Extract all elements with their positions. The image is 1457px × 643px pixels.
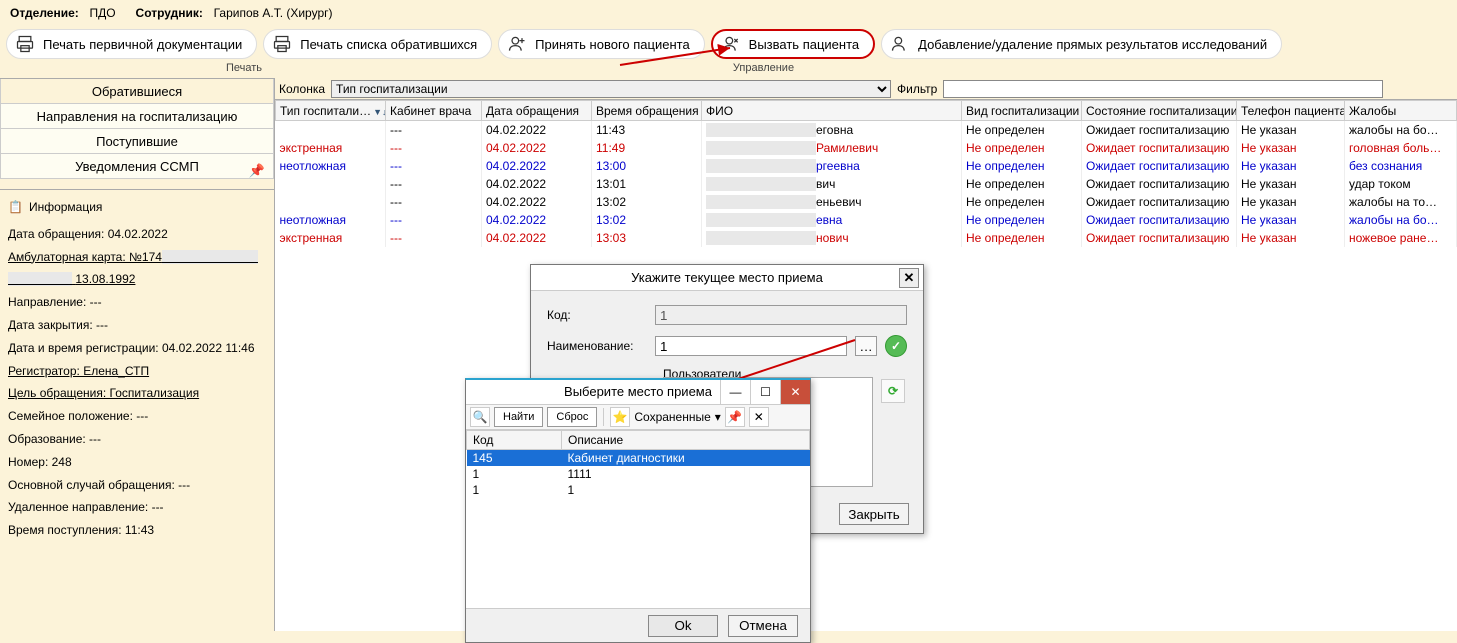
list-item[interactable]: 11111 [467, 466, 810, 482]
column-label: Колонка [279, 82, 325, 96]
ok-button[interactable]: Ok [648, 615, 718, 637]
col2-code[interactable]: Код [467, 431, 562, 450]
info-registrar: Регистратор: Елена_СТП [8, 360, 266, 383]
close-button[interactable]: Закрыть [839, 503, 909, 525]
printer-icon [15, 34, 35, 54]
col-hosp-kind[interactable]: Вид госпитализации [962, 101, 1082, 121]
col-hosp-state[interactable]: Состояние госпитализации [1082, 101, 1237, 121]
delete-saved-icon[interactable]: ✕ [749, 407, 769, 427]
col-complaints[interactable]: Жалобы [1345, 101, 1457, 121]
info-amb-card: Амбулаторная карта: №174XXXXXXXXXXXX [8, 246, 266, 269]
saved-label[interactable]: Сохраненные [634, 410, 710, 424]
info-marital: Семейное положение: --- [8, 405, 266, 428]
info-remote-ref: Удаленное направление: --- [8, 496, 266, 519]
pin-icon[interactable]: 📌 [249, 158, 265, 183]
lookup-button[interactable]: … [855, 336, 877, 356]
select-toolbar: 🔍 Найти Сброс ⭐ Сохраненные ▾ 📌 ✕ [466, 404, 810, 430]
info-reg-datetime: Дата и время регистрации: 04.02.2022 11:… [8, 337, 266, 360]
table-row[interactable]: ---04.02.202211:43 еговнаНе определенОжи… [276, 121, 1457, 139]
pin-saved-icon[interactable]: 📌 [725, 407, 745, 427]
col-phone[interactable]: Телефон пациента [1237, 101, 1345, 121]
patient-add-icon [507, 34, 527, 54]
info-icon: 📋 [8, 196, 23, 219]
col-cabinet[interactable]: Кабинет врача [386, 101, 482, 121]
info-education: Образование: --- [8, 428, 266, 451]
dept-value: ПДО [89, 6, 115, 20]
minimize-icon[interactable]: — [720, 380, 750, 404]
code-input [655, 305, 907, 325]
list-item[interactable]: 145Кабинет диагностики [467, 450, 810, 467]
maximize-icon[interactable]: ☐ [750, 380, 780, 404]
column-select[interactable]: Тип госпитализации [331, 80, 891, 98]
select-grid[interactable]: Код Описание 145Кабинет диагностики11111… [466, 430, 810, 608]
col-fio[interactable]: ФИО [702, 101, 962, 121]
binoculars-icon[interactable]: 🔍 [470, 407, 490, 427]
info-visit-date: Дата обращения: 04.02.2022 [8, 223, 266, 246]
code-label: Код: [547, 308, 647, 322]
section-label-mgmt: Управление [270, 62, 1457, 78]
confirm-icon[interactable]: ✓ [885, 335, 907, 357]
select-location-modal: Выберите место приема — ☐ ✕ 🔍 Найти Сбро… [465, 378, 811, 643]
reset-button[interactable]: Сброс [547, 407, 597, 427]
emp-label: Сотрудник: [136, 6, 203, 20]
table-row[interactable]: ---04.02.202213:02 еньевичНе определенОж… [276, 193, 1457, 211]
info-main-case: Основной случай обращения: --- [8, 474, 266, 497]
table-row[interactable]: неотложная---04.02.202213:02 евнаНе опре… [276, 211, 1457, 229]
print-primary-docs-button[interactable]: Печать первичной документации [6, 29, 257, 59]
col2-desc[interactable]: Описание [562, 431, 810, 450]
info-purpose: Цель обращения: Госпитализация [8, 382, 266, 405]
saved-icon[interactable]: ⭐ [610, 407, 630, 427]
left-panel: Обратившиеся Направления на госпитализац… [0, 78, 275, 631]
section-label-print: Печать [0, 62, 270, 78]
dept-label: Отделение: [10, 6, 79, 20]
cancel-button[interactable]: Отмена [728, 615, 798, 637]
tab-notifications[interactable]: Уведомления ССМП📌 [0, 154, 274, 179]
tab-visited[interactable]: Обратившиеся [0, 79, 274, 104]
info-title: Информация [29, 196, 102, 219]
info-number: Номер: 248 [8, 451, 266, 474]
refresh-icon[interactable]: ⟳ [881, 379, 905, 403]
info-amb-card-2: XXXXXXXX 13.08.1992 [8, 268, 266, 291]
patient-results-icon [890, 34, 910, 54]
printer-list-icon [272, 34, 292, 54]
call-patient-button[interactable]: Вызвать пациента [711, 29, 875, 59]
col-time[interactable]: Время обращения [592, 101, 702, 121]
filter-input[interactable] [943, 80, 1383, 98]
info-referral: Направление: --- [8, 291, 266, 314]
table-row[interactable]: экстренная---04.02.202211:49 РамилевичНе… [276, 139, 1457, 157]
location-modal-title: Укажите текущее место приема ✕ [531, 265, 923, 291]
add-remove-results-button[interactable]: Добавление/удаление прямых результатов и… [881, 29, 1282, 59]
list-item[interactable]: 11 [467, 482, 810, 498]
close-window-icon[interactable]: ✕ [780, 380, 810, 404]
table-row[interactable]: ---04.02.202213:01 вичНе определенОжидае… [276, 175, 1457, 193]
accept-patient-button[interactable]: Принять нового пациента [498, 29, 705, 59]
select-location-title: Выберите место приема — ☐ ✕ [466, 380, 810, 404]
col-date[interactable]: Дата обращения [482, 101, 592, 121]
filter-label: Фильтр [897, 82, 937, 96]
find-button[interactable]: Найти [494, 407, 543, 427]
emp-value: Гарипов А.Т. (Хирург) [214, 6, 333, 20]
tab-referrals[interactable]: Направления на госпитализацию [0, 104, 274, 129]
print-list-button[interactable]: Печать списка обратившихся [263, 29, 492, 59]
toolbar: Печать первичной документации Печать спи… [0, 26, 1457, 62]
name-input[interactable] [655, 336, 847, 356]
info-close-date: Дата закрытия: --- [8, 314, 266, 337]
name-label: Наименование: [547, 339, 647, 353]
col-hosp-type[interactable]: Тип госпитали…▼↓ [276, 101, 386, 121]
table-row[interactable]: неотложная---04.02.202213:00 ргеевнаНе о… [276, 157, 1457, 175]
tab-list: Обратившиеся Направления на госпитализац… [0, 78, 274, 179]
close-icon[interactable]: ✕ [899, 268, 919, 288]
table-row[interactable]: экстренная---04.02.202213:03 новичНе опр… [276, 229, 1457, 247]
patient-call-icon [721, 34, 741, 54]
filter-bar: Колонка Тип госпитализации Фильтр [275, 78, 1457, 100]
info-arrival-time: Время поступления: 11:43 [8, 519, 266, 542]
info-panel: 📋 Информация Дата обращения: 04.02.2022 А… [0, 189, 274, 548]
dropdown-icon[interactable]: ▾ [715, 410, 721, 424]
tab-admitted[interactable]: Поступившие [0, 129, 274, 154]
header-bar: Отделение: ПДО Сотрудник: Гарипов А.Т. (… [0, 0, 1457, 26]
